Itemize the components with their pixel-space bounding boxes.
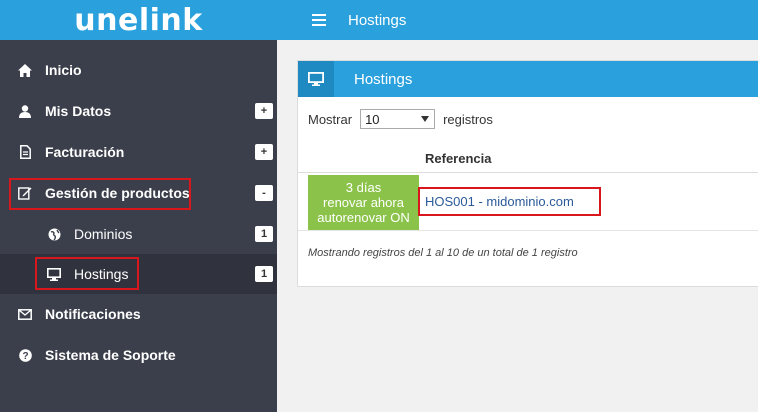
- sidebar-item-mis-datos[interactable]: Mis Datos +: [0, 91, 277, 131]
- sidebar: unelink Inicio Mis Datos + Facturación +: [0, 0, 277, 412]
- sidebar-item-label: Sistema de Soporte: [45, 347, 176, 363]
- page-length-select[interactable]: 10: [360, 109, 436, 129]
- collapse-badge[interactable]: -: [255, 185, 273, 201]
- sidebar-item-soporte[interactable]: ? Sistema de Soporte: [0, 335, 277, 375]
- question-icon: ?: [18, 348, 32, 362]
- svg-text:?: ?: [22, 351, 28, 362]
- header-divider: [298, 172, 758, 173]
- records-label: registros: [443, 111, 493, 127]
- status-line: autorenovar ON: [317, 210, 410, 225]
- count-badge: 1: [255, 266, 273, 282]
- user-icon: [18, 104, 32, 118]
- highlight-box: [35, 257, 139, 290]
- status-badge: 3 días renovar ahora autorenovar ON: [308, 175, 419, 230]
- panel-header: Hostings: [298, 61, 758, 97]
- highlight-box: [418, 187, 601, 216]
- status-line: renovar ahora: [323, 195, 404, 210]
- home-icon: [18, 63, 32, 77]
- count-badge: 1: [255, 226, 273, 242]
- file-icon: [18, 145, 32, 159]
- sidebar-item-label: Notificaciones: [45, 306, 141, 322]
- logo[interactable]: unelink: [74, 3, 202, 38]
- sidebar-item-notificaciones[interactable]: Notificaciones: [0, 294, 277, 334]
- column-header-referencia[interactable]: Referencia: [425, 151, 491, 166]
- hostings-panel: Hostings Mostrar 10 registros Referencia…: [297, 60, 758, 287]
- page-length-value: 10: [365, 111, 380, 127]
- page-title: Hostings: [348, 11, 407, 29]
- row-divider: [298, 230, 758, 231]
- sidebar-item-facturacion[interactable]: Facturación +: [0, 132, 277, 172]
- dropdown-arrow-icon: [421, 116, 430, 122]
- page-length-control: Mostrar 10 registros: [308, 109, 493, 129]
- sidebar-item-label: Mis Datos: [45, 103, 112, 119]
- monitor-icon: [298, 61, 334, 97]
- expand-badge[interactable]: +: [255, 144, 273, 160]
- sidebar-item-label: Inicio: [45, 62, 82, 78]
- status-line: 3 días: [345, 180, 382, 195]
- expand-badge[interactable]: +: [255, 103, 273, 119]
- envelope-icon: [18, 307, 32, 321]
- sidebar-item-dominios[interactable]: Dominios 1: [0, 214, 277, 254]
- sidebar-item-label: Dominios: [74, 226, 133, 242]
- highlight-box: [9, 178, 191, 210]
- sidebar-item-label: Facturación: [45, 144, 125, 160]
- topbar: Hostings: [277, 0, 758, 40]
- panel-title: Hostings: [354, 71, 413, 88]
- table-info: Mostrando registros del 1 al 10 de un to…: [308, 247, 578, 259]
- show-label: Mostrar: [308, 111, 353, 127]
- sidebar-item-inicio[interactable]: Inicio: [0, 50, 277, 90]
- menu-icon[interactable]: [312, 14, 326, 26]
- logo-bar: unelink: [0, 0, 277, 40]
- globe-icon: [47, 227, 61, 241]
